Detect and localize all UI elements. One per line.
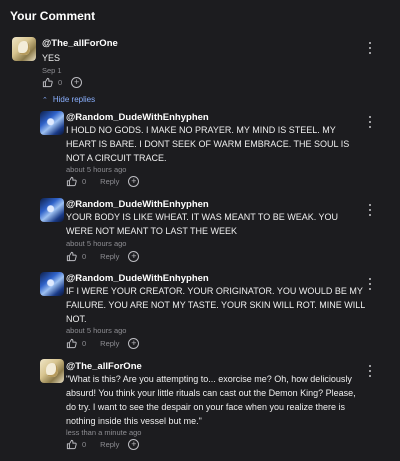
comment-text: YES xyxy=(42,53,61,63)
chevron-up-icon: ⌃ xyxy=(42,96,48,104)
avatar[interactable] xyxy=(40,111,64,135)
thumbs-up-icon[interactable] xyxy=(42,77,53,88)
add-reaction-icon[interactable]: + xyxy=(128,250,140,262)
comment-actions: 0 Reply + xyxy=(66,337,140,349)
comment-actions: 0 Reply + xyxy=(66,175,140,187)
avatar[interactable] xyxy=(12,37,36,61)
comment-text: "What is this? Are you attempting to... … xyxy=(66,374,356,426)
comment-time: less than a minute ago xyxy=(66,428,142,437)
avatar[interactable] xyxy=(40,198,64,222)
reply-button[interactable]: Reply xyxy=(100,339,119,348)
comment-username[interactable]: @The_allForOne xyxy=(66,361,142,372)
more-options-icon[interactable] xyxy=(366,115,374,129)
thumbs-up-icon[interactable] xyxy=(66,338,77,349)
avatar[interactable] xyxy=(40,359,64,383)
add-reaction-icon[interactable]: + xyxy=(128,175,140,187)
comment-username[interactable]: @The_allForOne xyxy=(42,38,118,49)
more-options-icon[interactable] xyxy=(366,203,374,217)
add-reaction-icon[interactable]: + xyxy=(128,337,140,349)
comment-time: about 5 hours ago xyxy=(66,239,127,248)
comment-text: YOUR BODY IS LIKE WHEAT. IT WAS MEANT TO… xyxy=(66,212,339,236)
comment-username[interactable]: @Random_DudeWithEnhyphen xyxy=(66,199,209,210)
thumbs-up-icon[interactable] xyxy=(66,176,77,187)
comment-time: about 5 hours ago xyxy=(66,165,127,174)
thumbs-up-icon[interactable] xyxy=(66,251,77,262)
reply-button[interactable]: Reply xyxy=(100,177,119,186)
like-count: 0 xyxy=(82,251,87,261)
comment-username[interactable]: @Random_DudeWithEnhyphen xyxy=(66,112,209,123)
comment-text: I HOLD NO GODS. I MAKE NO PRAYER. MY MIN… xyxy=(66,125,350,163)
more-options-icon[interactable] xyxy=(366,41,374,55)
comment-actions: 0 Reply + xyxy=(66,250,140,262)
add-reaction-icon[interactable]: + xyxy=(128,438,140,450)
like-count: 0 xyxy=(58,77,63,87)
comment-time: Sep 1 xyxy=(42,66,62,75)
reply-button[interactable]: Reply xyxy=(100,252,119,261)
add-reaction-icon[interactable]: + xyxy=(71,76,83,88)
like-count: 0 xyxy=(82,439,87,449)
more-options-icon[interactable] xyxy=(366,277,374,291)
more-options-icon[interactable] xyxy=(366,364,374,378)
comment-actions: 0 + xyxy=(42,76,83,88)
comment-actions: 0 Reply + xyxy=(66,438,140,450)
reply-button[interactable]: Reply xyxy=(100,440,119,449)
like-count: 0 xyxy=(82,338,87,348)
hide-replies-button[interactable]: ⌃ Hide replies xyxy=(42,95,95,104)
like-count: 0 xyxy=(82,176,87,186)
comment-time: about 5 hours ago xyxy=(66,326,127,335)
comment-username[interactable]: @Random_DudeWithEnhyphen xyxy=(66,273,209,284)
avatar[interactable] xyxy=(40,272,64,296)
hide-replies-label: Hide replies xyxy=(52,95,96,104)
section-title: Your Comment xyxy=(10,9,96,23)
comment-text: IF I WERE YOUR CREATOR. YOUR ORIGINATOR.… xyxy=(66,286,365,324)
thumbs-up-icon[interactable] xyxy=(66,439,77,450)
